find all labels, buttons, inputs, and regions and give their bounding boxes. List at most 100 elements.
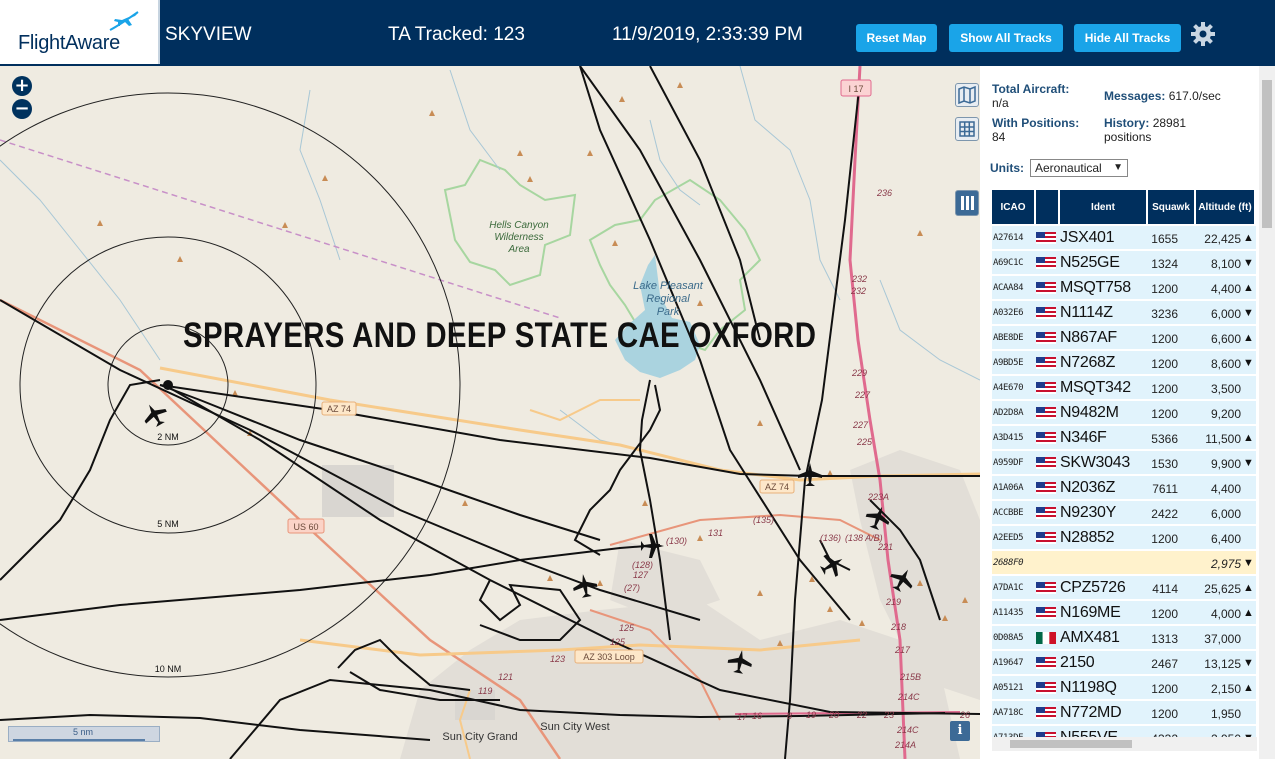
header-bar: FlightAware SKYVIEW TA Tracked: 123 11/9… bbox=[0, 0, 1275, 66]
grid-toggle-button[interactable] bbox=[955, 117, 979, 141]
svg-text:214A: 214A bbox=[894, 740, 916, 750]
scale-bar-label: 5 nm bbox=[73, 727, 94, 737]
svg-text:217: 217 bbox=[894, 645, 911, 655]
map-view[interactable]: Hells Canyon Wilderness Area Lake Pleasa… bbox=[0, 66, 980, 759]
row-altitude: 4,400 bbox=[1210, 282, 1241, 296]
vertical-scrollbar[interactable] bbox=[1259, 66, 1275, 759]
table-row[interactable]: A9BD5E N7268Z 1200 8,600 ▼ bbox=[992, 351, 1256, 375]
toggle-sidebar-button[interactable] bbox=[955, 190, 979, 216]
reset-map-button[interactable]: Reset Map bbox=[856, 24, 937, 52]
table-row[interactable]: A7DA1C CPZ5726 4114 25,625 ▲ bbox=[992, 576, 1256, 600]
svg-text:223A: 223A bbox=[867, 492, 889, 502]
vertical-scrollbar-thumb[interactable] bbox=[1262, 80, 1272, 228]
table-row[interactable]: ABE8DE N867AF 1200 6,600 ▲ bbox=[992, 326, 1256, 350]
row-icao: A27614 bbox=[993, 233, 1024, 243]
row-trend: ▲ bbox=[1243, 432, 1254, 444]
zoom-out-button[interactable]: − bbox=[12, 99, 32, 119]
svg-text:219: 219 bbox=[885, 597, 901, 607]
units-select[interactable]: Aeronautical ▼ bbox=[1030, 159, 1128, 177]
stat-total-value: n/a bbox=[992, 96, 1009, 110]
row-trend: ▼ bbox=[1243, 357, 1254, 369]
svg-text:(27): (27) bbox=[624, 583, 640, 593]
svg-text:(136): (136) bbox=[820, 533, 841, 543]
col-altitude[interactable]: Altitude (ft) bbox=[1196, 190, 1256, 224]
horizontal-scrollbar[interactable] bbox=[992, 737, 1257, 751]
col-ident[interactable]: Ident bbox=[1060, 190, 1148, 224]
us-flag-icon bbox=[1036, 707, 1056, 719]
table-row[interactable]: A032E6 N1114Z 3236 6,000 ▼ bbox=[992, 301, 1256, 325]
horizontal-scrollbar-thumb[interactable] bbox=[1010, 740, 1132, 748]
hide-all-tracks-button[interactable]: Hide All Tracks bbox=[1074, 24, 1181, 52]
row-ident: N346F bbox=[1060, 429, 1107, 446]
row-icao: A4E670 bbox=[993, 383, 1024, 393]
stat-messages-label: Messages: bbox=[1104, 89, 1166, 103]
table-row[interactable]: A4E670 MSQT342 1200 3,500 bbox=[992, 376, 1256, 400]
table-row[interactable]: A959DF SKW3043 1530 9,900 ▼ bbox=[992, 451, 1256, 475]
us-flag-icon bbox=[1036, 482, 1056, 494]
map-canvas[interactable]: Hells Canyon Wilderness Area Lake Pleasa… bbox=[0, 66, 980, 759]
table-row[interactable]: A1A06A N2036Z 7611 4,400 bbox=[992, 476, 1256, 500]
row-trend: ▲ bbox=[1243, 282, 1254, 294]
row-ident: N9230Y bbox=[1060, 504, 1117, 521]
gear-icon[interactable] bbox=[1190, 21, 1216, 47]
flightaware-logo[interactable]: FlightAware bbox=[0, 0, 160, 64]
units-value: Aeronautical bbox=[1035, 161, 1102, 175]
row-ident: CPZ5726 bbox=[1060, 579, 1126, 596]
grid-icon bbox=[959, 121, 975, 137]
zoom-in-button[interactable]: + bbox=[12, 76, 32, 96]
col-icao[interactable]: ICAO bbox=[992, 190, 1036, 224]
row-icao: AD2D8A bbox=[993, 408, 1024, 418]
table-row[interactable]: 2688F0 2,975 ▼ bbox=[992, 551, 1256, 575]
svg-text:227: 227 bbox=[854, 390, 871, 400]
row-altitude: 6,400 bbox=[1210, 532, 1241, 546]
row-trend: ▲ bbox=[1243, 332, 1254, 344]
svg-text:221: 221 bbox=[877, 542, 893, 552]
svg-text:119: 119 bbox=[478, 686, 492, 696]
table-row[interactable]: ACAA84 MSQT758 1200 4,400 ▲ bbox=[992, 276, 1256, 300]
svg-text:8: 8 bbox=[787, 711, 792, 721]
row-icao: A7DA1C bbox=[993, 583, 1024, 593]
table-row[interactable]: A11435 N169ME 1200 4,000 ▲ bbox=[992, 601, 1256, 625]
row-squawk: 3236 bbox=[1151, 307, 1178, 321]
info-button[interactable]: i bbox=[950, 721, 970, 741]
table-row[interactable]: A05121 N1198Q 1200 2,150 ▲ bbox=[992, 676, 1256, 700]
svg-text:20: 20 bbox=[828, 710, 839, 720]
row-squawk: 1200 bbox=[1151, 407, 1178, 421]
svg-text:17: 17 bbox=[737, 712, 748, 722]
table-row[interactable]: A69C1C N525GE 1324 8,100 ▼ bbox=[992, 251, 1256, 275]
svg-text:225: 225 bbox=[856, 437, 873, 447]
show-all-tracks-button[interactable]: Show All Tracks bbox=[949, 24, 1063, 52]
us-flag-icon bbox=[1036, 457, 1056, 469]
us-flag-icon bbox=[1036, 532, 1056, 544]
logo-text: FlightAware bbox=[18, 32, 120, 54]
col-squawk[interactable]: Squawk bbox=[1148, 190, 1196, 224]
row-trend: ▲ bbox=[1243, 682, 1254, 694]
svg-text:22: 22 bbox=[856, 710, 867, 720]
row-altitude: 6,600 bbox=[1210, 332, 1241, 346]
table-row[interactable]: ACCBBE N9230Y 2422 6,000 bbox=[992, 501, 1256, 525]
table-row[interactable]: A2EED5 N28852 1200 6,400 bbox=[992, 526, 1256, 550]
table-row[interactable]: AD2D8A N9482M 1200 9,200 bbox=[992, 401, 1256, 425]
stat-positions-label: With Positions: bbox=[992, 116, 1080, 130]
table-row[interactable]: AA718C N772MD 1200 1,950 bbox=[992, 701, 1256, 725]
svg-text:(130): (130) bbox=[666, 536, 687, 546]
row-trend: ▼ bbox=[1243, 257, 1254, 269]
brand-title: SKYVIEW bbox=[165, 24, 252, 45]
us-flag-icon bbox=[1036, 407, 1056, 419]
row-icao: A05121 bbox=[993, 683, 1024, 693]
svg-text:(138 A/B): (138 A/B) bbox=[845, 533, 883, 543]
svg-text:229: 229 bbox=[851, 368, 867, 378]
row-trend: ▼ bbox=[1243, 457, 1254, 469]
streams bbox=[0, 66, 980, 451]
col-flag[interactable] bbox=[1036, 190, 1060, 224]
table-row[interactable]: A27614 JSX401 1655 22,425 ▲ bbox=[992, 226, 1256, 250]
us-flag-icon bbox=[1036, 307, 1056, 319]
table-row[interactable]: A19647 2150 2467 13,125 ▼ bbox=[992, 651, 1256, 675]
table-row[interactable]: 0D08A5 AMX481 1313 37,000 bbox=[992, 626, 1256, 650]
svg-text:215B: 215B bbox=[899, 672, 921, 682]
row-icao: A032E6 bbox=[993, 308, 1024, 318]
map-layers-button[interactable] bbox=[955, 83, 979, 107]
row-icao: A2EED5 bbox=[993, 533, 1024, 543]
row-altitude: 25,625 bbox=[1204, 582, 1241, 596]
table-row[interactable]: A3D415 N346F 5366 11,500 ▲ bbox=[992, 426, 1256, 450]
